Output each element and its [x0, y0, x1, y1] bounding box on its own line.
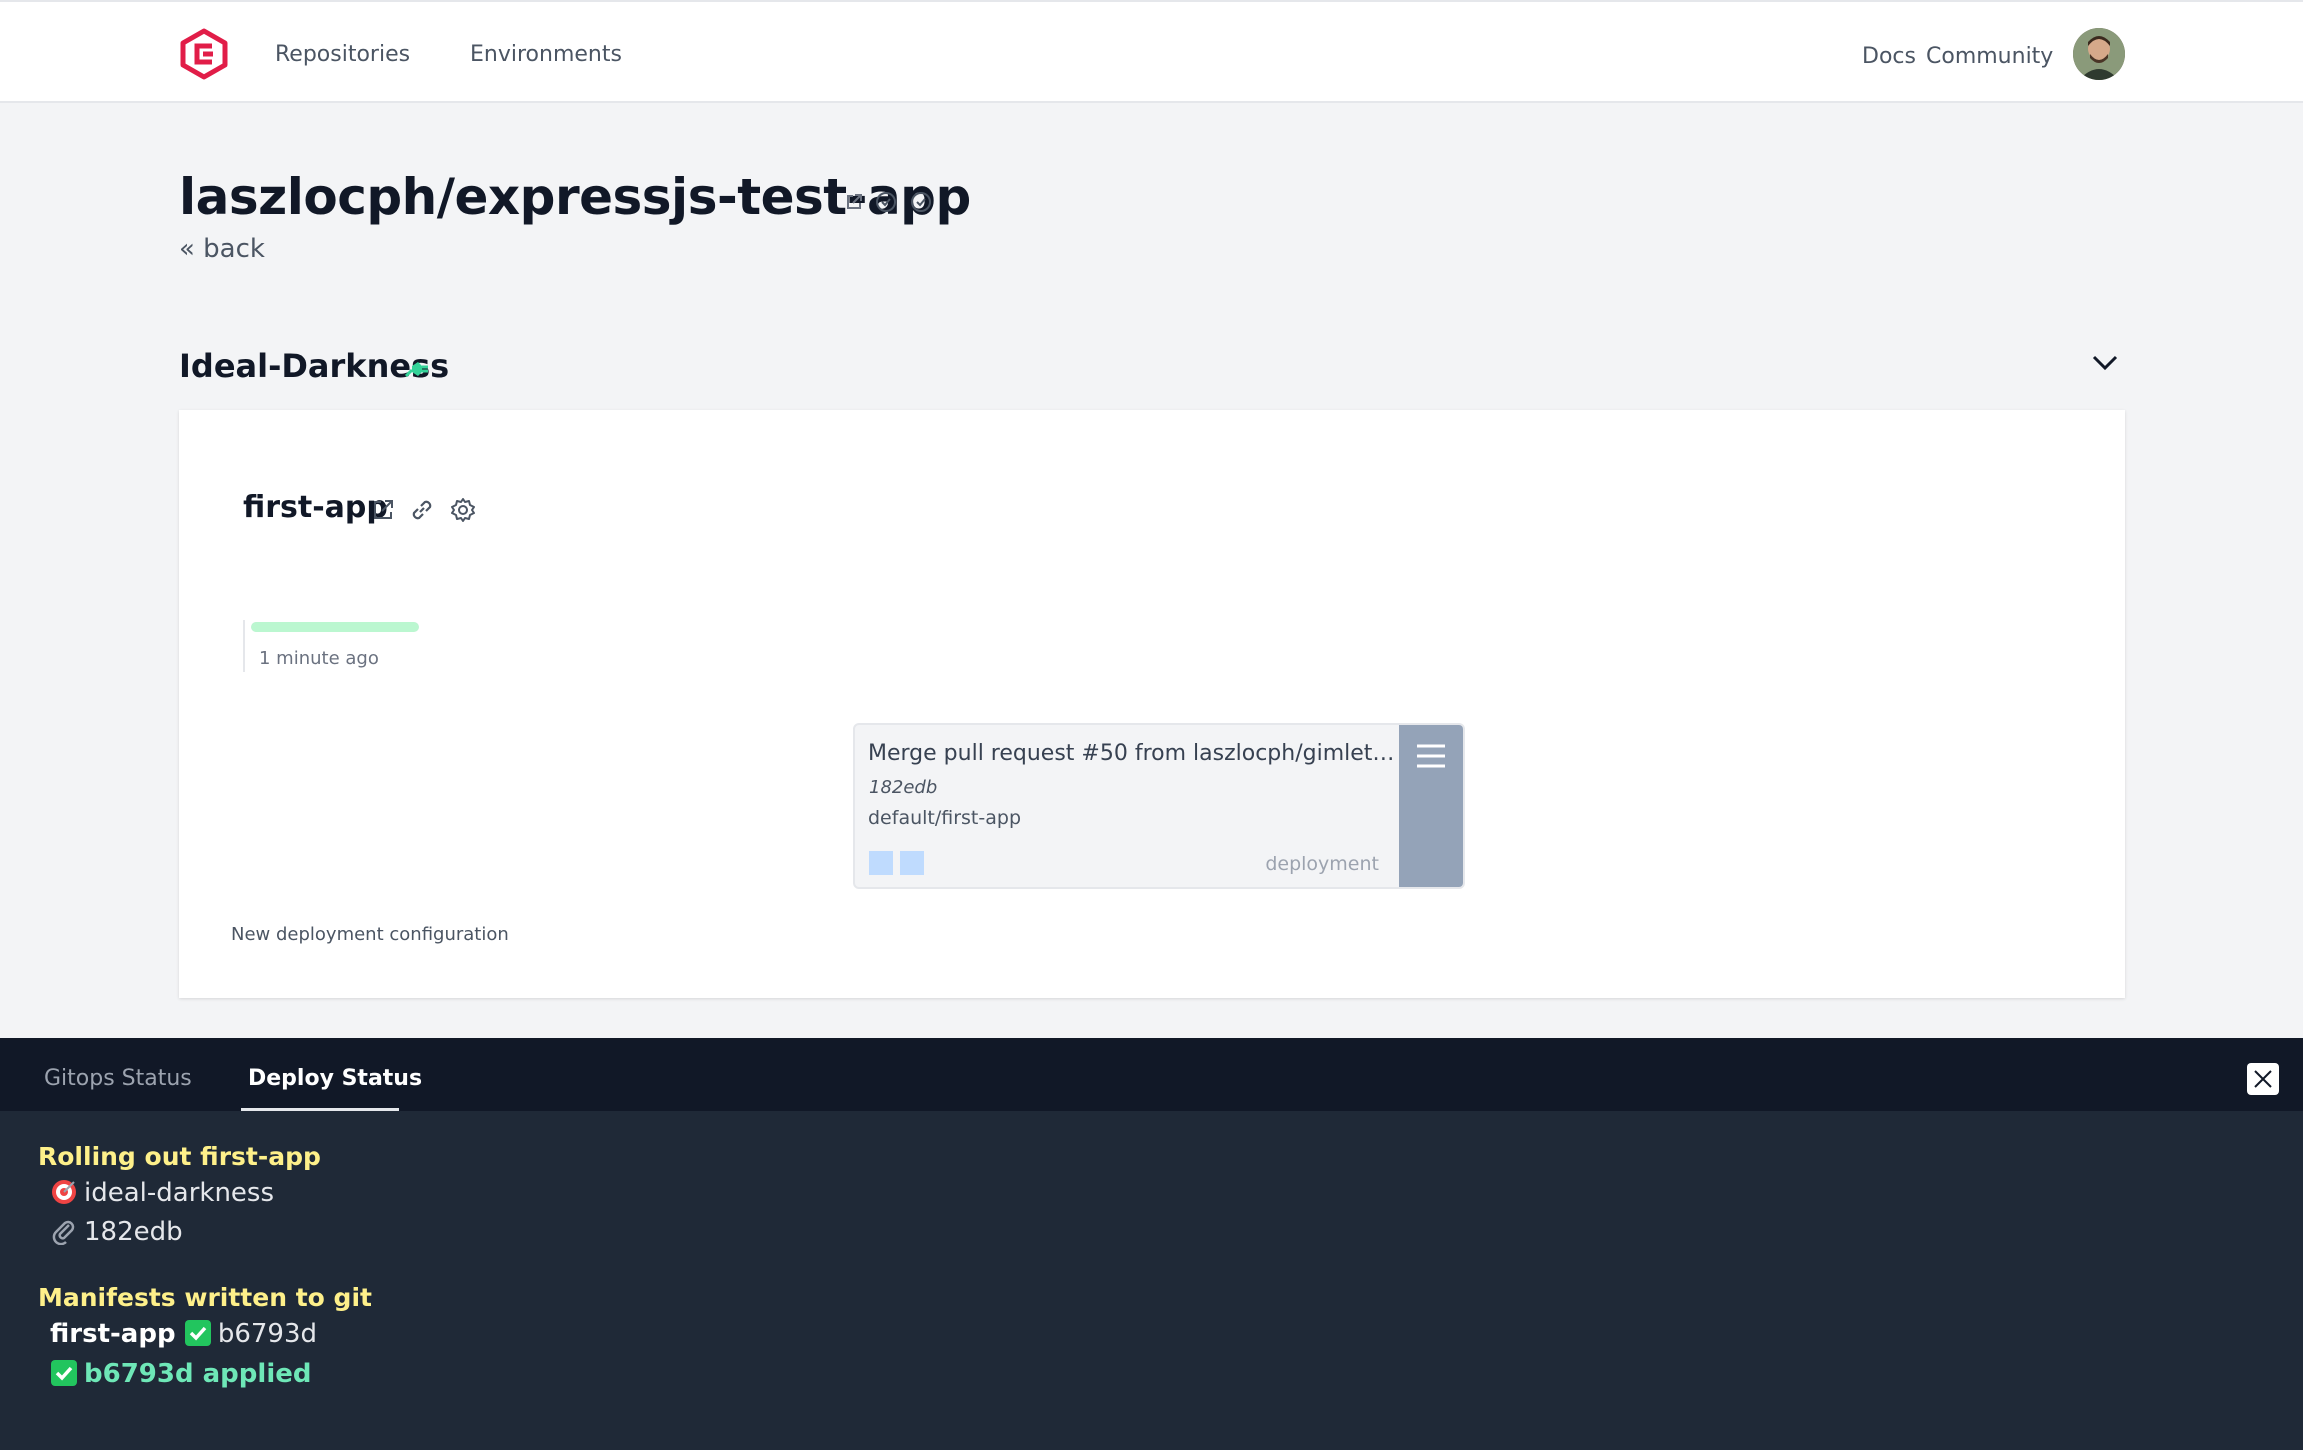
rollout-env-line: ideal-darkness	[50, 1178, 274, 1208]
applied-text: b6793d applied	[84, 1359, 312, 1389]
commit-message: Merge pull request #50 from laszlocph/gi…	[868, 741, 1398, 766]
tab-deploy-status[interactable]: Deploy Status	[248, 1066, 422, 1091]
menu-icon	[1417, 744, 1445, 768]
nav-docs-link[interactable]: Docs	[1862, 44, 1916, 69]
app-icon-group	[371, 496, 485, 528]
new-deployment-config-link[interactable]: New deployment configuration	[231, 924, 509, 945]
external-link-icon[interactable]	[845, 193, 863, 215]
gear-icon[interactable]	[449, 496, 477, 528]
user-avatar[interactable]	[2073, 28, 2125, 80]
pod-indicator[interactable]	[900, 851, 924, 875]
check-mark-icon	[184, 1320, 211, 1346]
rollout-sha-line: 182edb	[50, 1217, 183, 1247]
rollout-sha: 182edb	[84, 1217, 183, 1247]
link-icon[interactable]	[408, 496, 436, 528]
commit-sha: 182edb	[869, 777, 938, 798]
app-name: first-app	[243, 490, 388, 525]
active-tab-underline	[241, 1108, 399, 1111]
deployment-menu-button[interactable]	[1399, 725, 1463, 887]
nav-repositories-link[interactable]: Repositories	[275, 42, 410, 67]
rollout-time-ago: 1 minute ago	[259, 648, 379, 669]
manifest-line: first-app b6793d	[50, 1319, 317, 1349]
paperclip-icon	[52, 1220, 75, 1245]
gimlet-logo-icon[interactable]	[179, 28, 229, 80]
manifest-app-name: first-app	[50, 1319, 176, 1349]
check-circle-icon[interactable]	[874, 190, 898, 218]
deployment-card[interactable]: Merge pull request #50 from laszlocph/gi…	[853, 723, 1465, 889]
manifests-heading: Manifests written to git	[38, 1283, 372, 1312]
rollout-progress-bar	[251, 622, 419, 632]
check-circle-icon[interactable]	[909, 190, 933, 218]
manifest-sha: b6793d	[217, 1319, 318, 1349]
external-link-icon[interactable]	[371, 498, 395, 526]
environment-card: first-app 1 minute ago Merge pull reques…	[179, 410, 2125, 998]
nav-community-link[interactable]: Community	[1926, 44, 2053, 69]
rollout-progress-fill	[251, 622, 419, 632]
check-mark-icon	[51, 1360, 77, 1386]
back-link[interactable]: « back	[179, 234, 265, 264]
applied-line: b6793d applied	[50, 1359, 311, 1389]
status-panel: Gitops Status Deploy Status Rolling out …	[0, 1038, 2303, 1450]
nav-environments-link[interactable]: Environments	[470, 42, 622, 67]
status-tabbar: Gitops Status Deploy Status	[0, 1038, 2303, 1111]
top-navbar: Repositories Environments Docs Community	[0, 0, 2303, 103]
timeline-line	[243, 620, 245, 672]
deployment-kind: deployment	[1265, 853, 1379, 875]
rollout-env-name: ideal-darkness	[84, 1178, 275, 1208]
deployment-target: default/first-app	[868, 807, 1022, 829]
close-panel-button[interactable]	[2247, 1063, 2279, 1095]
chevron-down-icon[interactable]	[2090, 350, 2120, 376]
connected-plug-icon	[404, 356, 432, 384]
tab-gitops-status[interactable]: Gitops Status	[44, 1066, 192, 1091]
pod-indicator[interactable]	[869, 851, 893, 875]
close-icon	[2254, 1070, 2272, 1088]
rolling-out-heading: Rolling out first-app	[38, 1142, 321, 1171]
target-icon	[52, 1180, 76, 1204]
repo-icon-group	[845, 190, 939, 218]
